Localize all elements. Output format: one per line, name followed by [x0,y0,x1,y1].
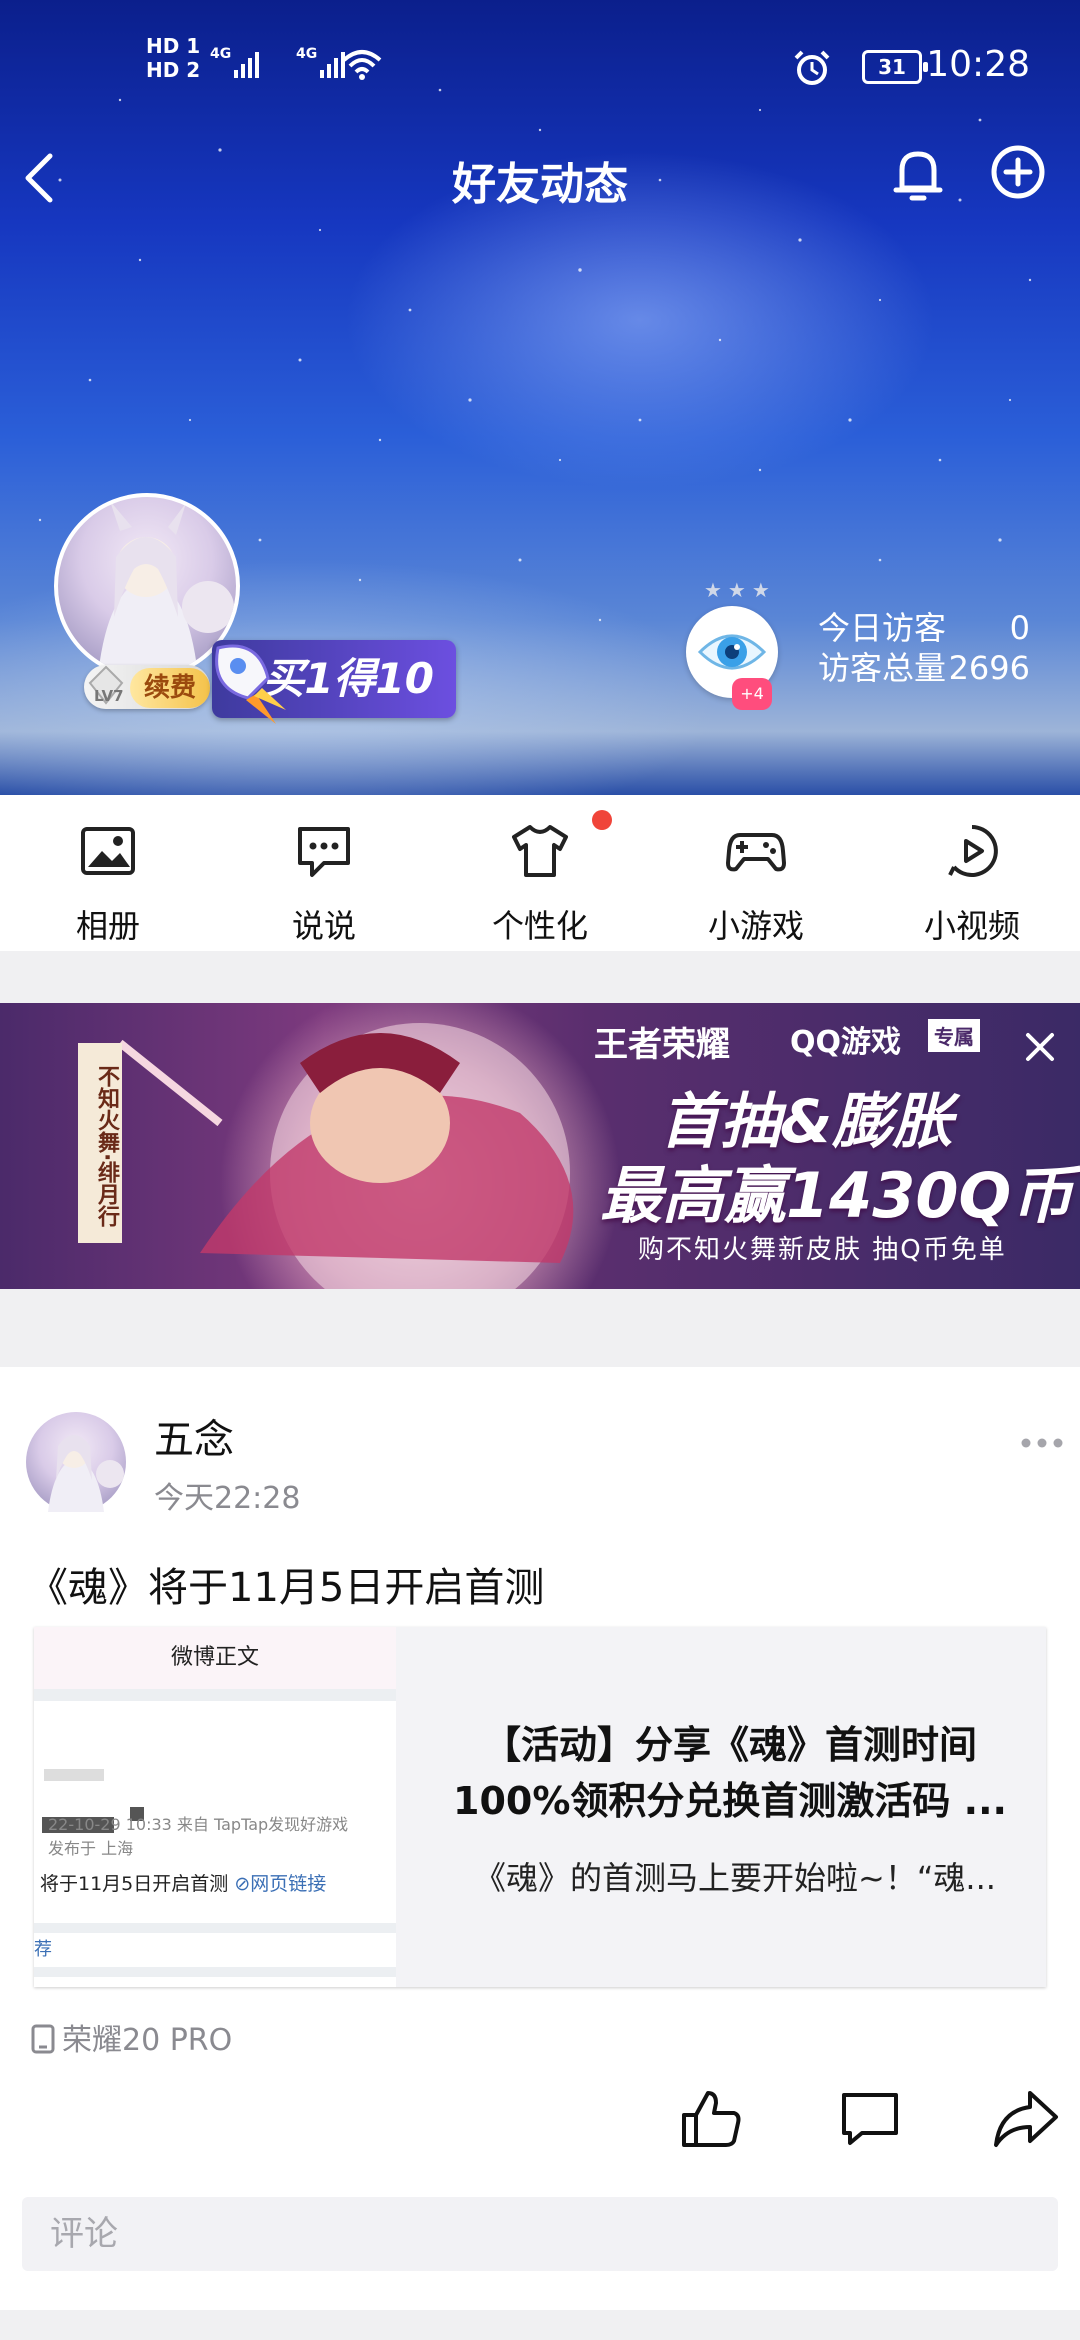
visitor-badge: +4 [732,678,772,710]
func-minigame[interactable]: 小游戏 [648,795,864,951]
post-author-name[interactable]: 五念 [154,1407,234,1465]
thumb-text-line: 将于11月5日开启首测 ⊘网页链接 [40,1869,326,1896]
func-label: 说说 [291,907,356,945]
section-divider [0,1289,1080,1367]
func-label: 小游戏 [707,907,804,945]
like-icon[interactable] [680,2087,744,2151]
feed-post: 五念 今天22:28 《魂》将于11月5日开启首测 微博正文 22-10-29 … [0,1367,1080,2340]
gamepad-icon [726,833,786,872]
link-thumbnail: 微博正文 22-10-29 10:33 来自 TapTap发现好游戏 发布于 上… [34,1627,396,1987]
net2-label: 4G [296,46,317,62]
status-bar: HD 1 HD 2 4G 4G 31 10:28 [0,0,1080,130]
signal-1-icon: 4G [210,46,259,78]
post-time: 今天22:28 [154,1481,301,1516]
alarm-icon [794,50,830,85]
post-text: 《魂》将于11月5日开启首测 [28,1565,545,1611]
post-device: 荣耀20 PRO [30,2015,232,2059]
share-icon[interactable] [992,2087,1060,2151]
banner-headline-2: 最高赢1430Q币 [600,1159,1074,1232]
total-visitors-label: 访客总量 [818,649,947,687]
func-personalize[interactable]: 个性化 [432,795,648,951]
clock: 10:28 [926,44,1030,85]
link-description: 《魂》的首测马上要开始啦~！“魂... [474,1859,996,1897]
top-nav: 好友动态 [0,140,1080,210]
hd1-label: HD 1 [146,34,201,58]
section-divider [0,2310,1080,2340]
banner-brand: 王者荣耀 [594,1025,730,1065]
album-icon [81,827,135,875]
banner-partner: QQ游戏 [790,1025,902,1060]
sim-indicators: HD 1 HD 2 [146,34,200,82]
battery-indicator: 31 [862,50,928,84]
func-video[interactable]: 小视频 [864,795,1080,951]
total-visitors-value: 2696 [948,649,1030,687]
thumb-header: 微博正文 [34,1627,396,1689]
ad-banner[interactable]: 不知火舞·绯月行 王者荣耀 QQ游戏 专属 首抽&膨胀 最高赢1430Q币 购不… [0,1003,1080,1289]
bell-icon[interactable] [888,142,948,208]
comment-input[interactable]: 评论 [22,2197,1058,2271]
function-bar: 相册 说说 个性化 小游戏 小视频 [0,795,1080,951]
profile-cover: HD 1 HD 2 4G 4G 31 10:28 好友动态 LV7 续费 买1得… [0,0,1080,795]
thumb-link-label: 网页链接 [250,1873,327,1895]
link-title-line2: 100%领积分兑换首测激活码 ... [453,1779,1007,1823]
post-author-avatar[interactable] [26,1412,126,1512]
more-icon[interactable] [1020,1435,1064,1451]
message-icon [298,827,350,877]
wifi-icon [342,50,382,80]
phone-icon [31,2024,55,2054]
func-album[interactable]: 相册 [0,795,216,951]
close-icon[interactable] [1020,1027,1060,1067]
comment-icon[interactable] [838,2087,902,2151]
thumb-link-text: ⊘网页链接 [234,1873,327,1895]
banner-vertical-tag: 不知火舞·绯月行 [78,1043,122,1243]
link-title-line1: 【活动】分享《魂》首测时间 [482,1723,977,1767]
thumb-meta: 22-10-29 10:33 来自 TapTap发现好游戏 发布于 上海 [48,1807,348,1861]
tshirt-icon [512,825,568,877]
func-shuoshuo[interactable]: 说说 [216,795,432,951]
level-text: LV7 [94,687,124,705]
net1-label: 4G [210,46,231,62]
add-circle-icon[interactable] [986,140,1050,204]
thumb-rec: 荐 [34,1939,52,1960]
thumb-meta-line1: 22-10-29 10:33 来自 TapTap发现好游戏 [48,1815,349,1834]
func-label: 个性化 [491,907,588,945]
shared-link-card[interactable]: 微博正文 22-10-29 10:33 来自 TapTap发现好游戏 发布于 上… [34,1627,1046,1987]
section-divider [0,951,1080,1003]
hd2-label: HD 2 [146,58,201,82]
today-visitors-label: 今日访客 [818,609,947,647]
new-dot-badge [592,810,612,830]
link-title: 【活动】分享《魂》首测时间 100%领积分兑换首测激活码 ... [430,1717,1030,1829]
visitor-stats[interactable]: 今日访客 0 访客总量 2696 [818,608,1030,688]
thumb-meta-line2: 发布于 上海 [48,1839,134,1858]
thumb-line-text: 将于11月5日开启首测 [40,1873,229,1895]
func-label: 相册 [75,907,140,945]
today-visitors-value: 0 [1009,609,1030,647]
avatar-image [48,1435,124,1512]
banner-subtitle: 购不知火舞新皮肤 抽Q币免单 [638,1235,1007,1265]
banner-partner-tag: 专属 [928,1019,980,1052]
device-name: 荣耀20 PRO [62,2023,233,2058]
visitor-decor: ★★★ [704,578,776,602]
video-icon [948,825,998,877]
rocket-icon [215,644,286,724]
func-label: 小视频 [923,907,1020,945]
